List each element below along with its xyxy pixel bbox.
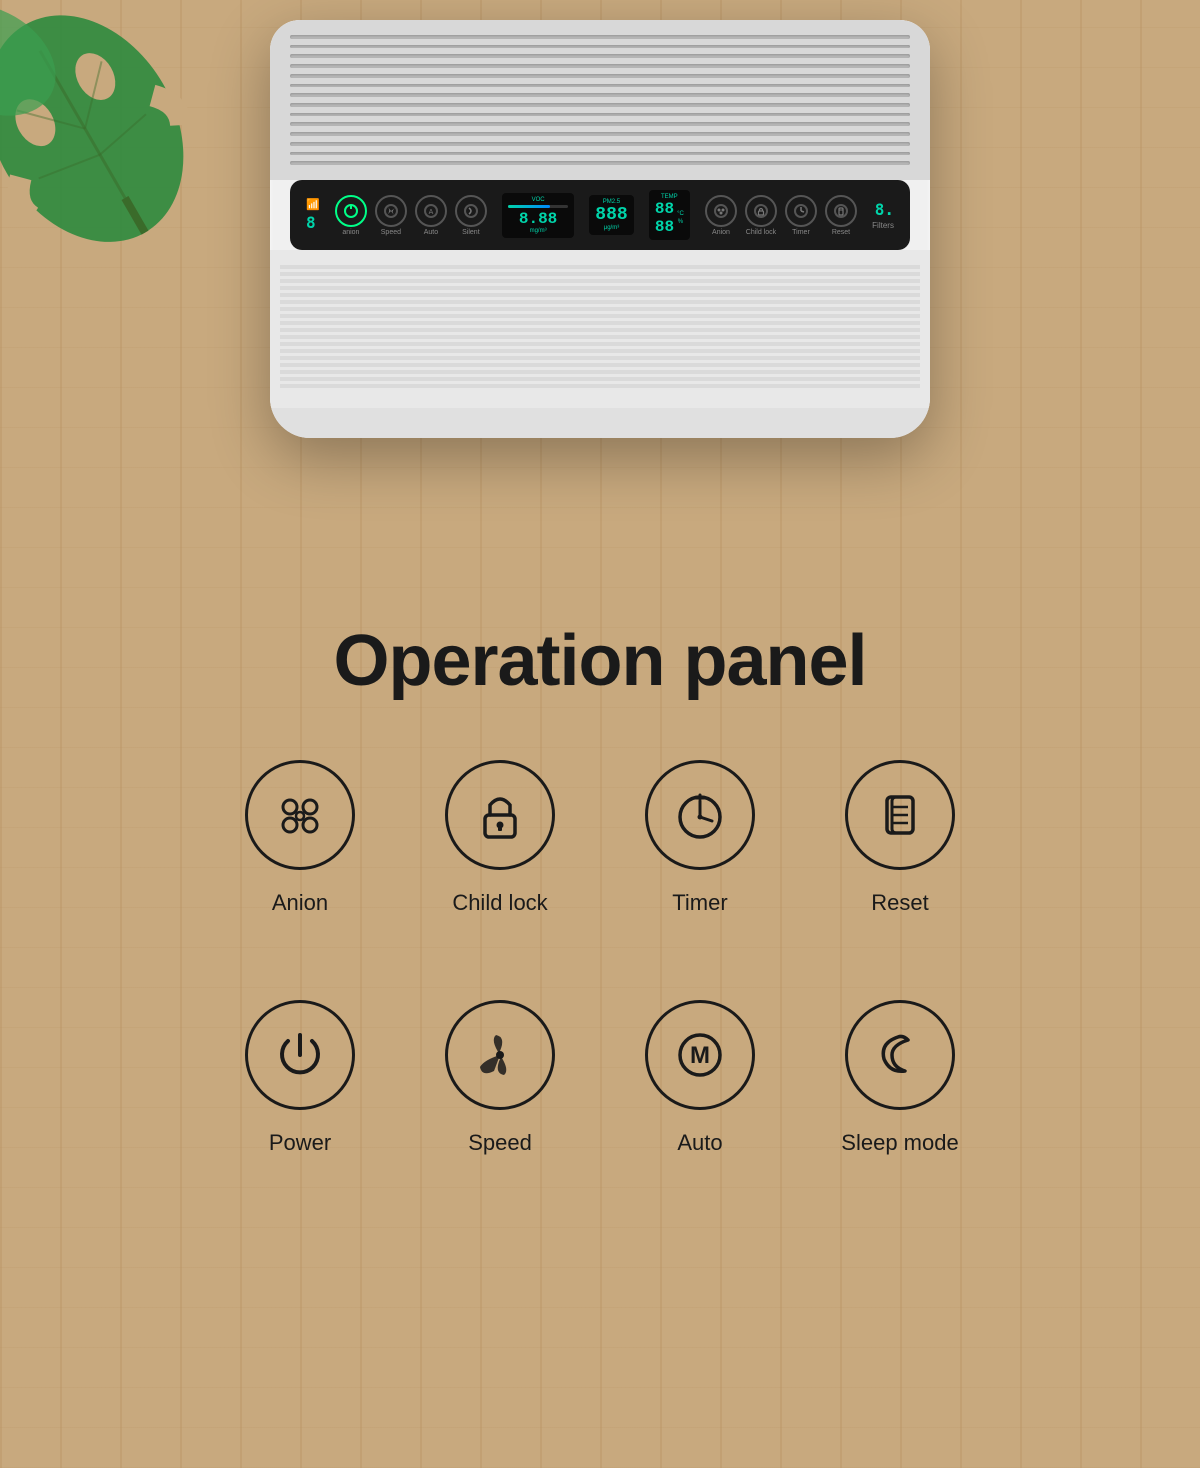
panel-power-btn[interactable]: anion: [335, 195, 367, 236]
top-grille: [270, 20, 930, 180]
panel-controls: anion Speed A Auto: [335, 195, 487, 236]
anion-label: Anion: [272, 890, 328, 916]
voc-display: VOC 8.88 mg/m³: [502, 193, 574, 238]
anion-icon-circle: [245, 760, 355, 870]
icons-grid: Anion Child lock: [220, 760, 980, 1220]
icon-item-power: Power: [220, 1000, 380, 1220]
icon-item-sleep-mode: Sleep mode: [820, 1000, 980, 1220]
sleep-mode-label: Sleep mode: [841, 1130, 958, 1156]
device-bottom: [270, 408, 930, 438]
reset-label: Reset: [871, 890, 928, 916]
icon-item-child-lock: Child lock: [420, 760, 580, 980]
auto-icon-circle: M: [645, 1000, 755, 1110]
sleep-mode-icon-circle: [845, 1000, 955, 1110]
auto-label: Auto: [677, 1130, 722, 1156]
icon-item-reset: Reset: [820, 760, 980, 980]
timer-label: Timer: [672, 890, 727, 916]
icon-item-anion: Anion: [220, 760, 380, 980]
speed-icon-circle: [445, 1000, 555, 1110]
power-icon-circle: [245, 1000, 355, 1110]
panel-speed-btn[interactable]: Speed: [375, 195, 407, 236]
leaf-decoration: [0, 0, 190, 260]
svg-text:A: A: [429, 209, 434, 216]
icon-item-timer: Timer: [620, 760, 780, 980]
power-label: Power: [269, 1130, 331, 1156]
panel-auto-btn[interactable]: A Auto: [415, 195, 447, 236]
panel-left: 📶 8: [306, 198, 320, 232]
panel-silent-btn[interactable]: Silent: [455, 195, 487, 236]
speed-label: Speed: [468, 1130, 532, 1156]
icon-item-auto: M Auto: [620, 1000, 780, 1220]
wifi-icon: 📶: [306, 198, 320, 211]
icon-item-speed: Speed: [420, 1000, 580, 1220]
panel-reset-btn[interactable]: Reset: [825, 195, 857, 236]
child-lock-icon-circle: [445, 760, 555, 870]
reset-icon-circle: [845, 760, 955, 870]
pm25-display: PM2.5 888 μg/m³: [589, 195, 633, 235]
timer-icon-circle: [645, 760, 755, 870]
panel-timer-btn[interactable]: Timer: [785, 195, 817, 236]
section-title: Operation panel: [333, 620, 866, 702]
svg-text:M: M: [690, 1042, 710, 1069]
panel-childlock-btn[interactable]: Child lock: [745, 195, 777, 236]
device-body: [270, 250, 930, 408]
temp-display: TEMP 88 88 °C %: [649, 190, 690, 240]
panel-right-controls: Anion Child lock Timer: [705, 195, 857, 236]
speed-digit: 8: [306, 213, 320, 232]
child-lock-label: Child lock: [452, 890, 547, 916]
panel-right: 8. Filters: [872, 200, 894, 230]
panel-anion-btn[interactable]: Anion: [705, 195, 737, 236]
control-panel: 📶 8 anion Speed: [290, 180, 910, 250]
air-purifier-device: 📶 8 anion Speed: [270, 20, 930, 438]
